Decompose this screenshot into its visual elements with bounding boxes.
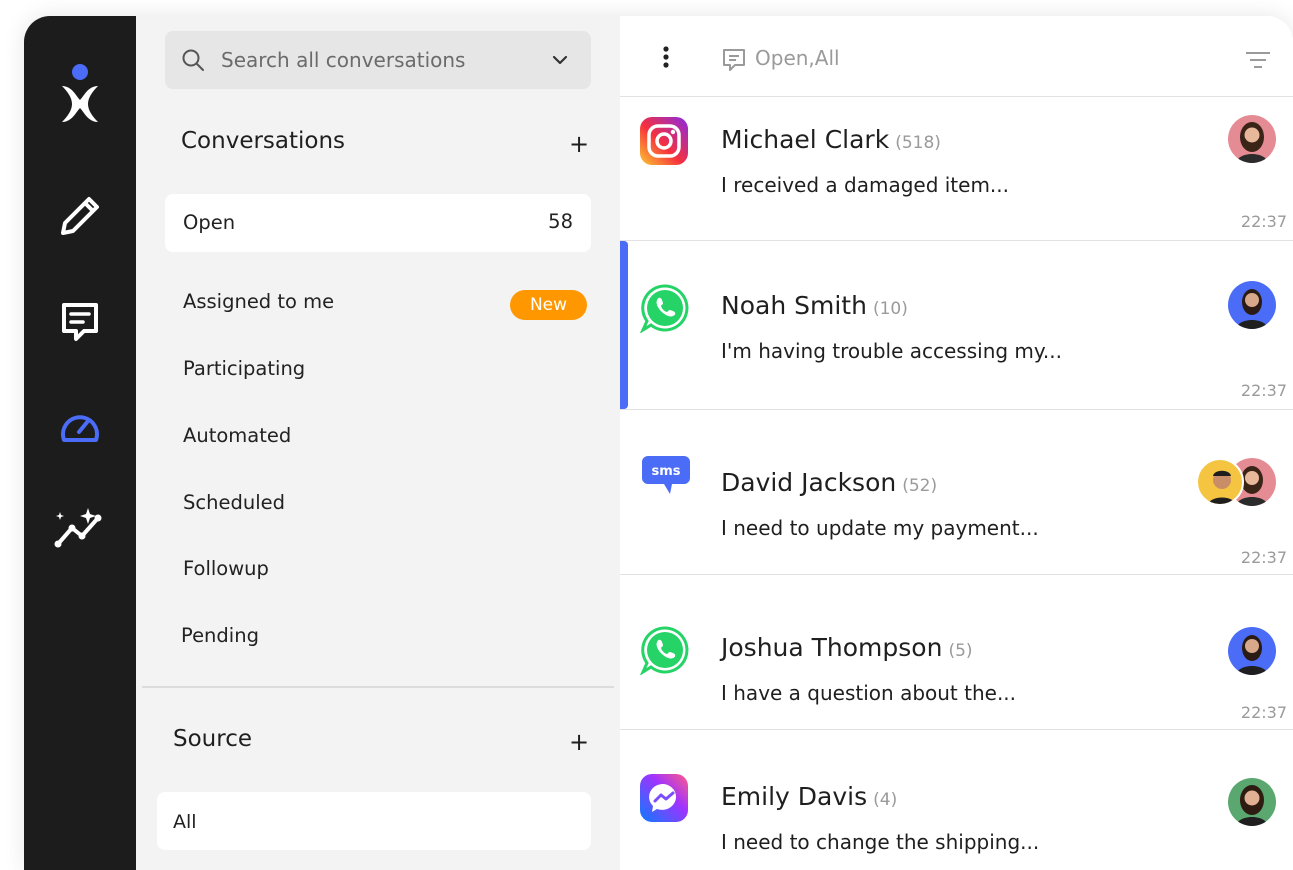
- app-logo[interactable]: [24, 62, 136, 122]
- message-count: (4): [873, 790, 898, 810]
- sidebar-item-followup[interactable]: Followup: [183, 557, 269, 580]
- message-preview: I need to change the shipping...: [721, 830, 1040, 854]
- contact-name: Emily Davis: [721, 782, 868, 811]
- message-preview: I need to update my payment...: [721, 516, 1039, 540]
- message-preview: I'm having trouble accessing my...: [721, 339, 1062, 363]
- message-count: (10): [872, 299, 908, 319]
- pencil-icon[interactable]: [24, 194, 136, 238]
- analytics-sparkle-icon[interactable]: [24, 506, 136, 550]
- source-select-all[interactable]: All: [157, 792, 591, 850]
- message-count: (518): [895, 133, 941, 153]
- contact-name: Michael Clark: [721, 125, 890, 154]
- sidebar-divider: [142, 686, 614, 688]
- timestamp: 22:37: [1240, 381, 1287, 400]
- icon-rail: [24, 16, 136, 870]
- timestamp: 22:37: [1240, 212, 1287, 231]
- more-options-icon[interactable]: [662, 46, 670, 72]
- agent-avatar: [1228, 281, 1276, 329]
- chat-icon[interactable]: [24, 301, 136, 345]
- contact-name: David Jackson: [721, 468, 897, 497]
- agent-avatar: [1228, 627, 1276, 675]
- search-bar[interactable]: Search all conversations: [165, 31, 591, 89]
- messenger-icon: [640, 774, 688, 826]
- timestamp: 22:37: [1240, 548, 1287, 567]
- agent-avatar: [1196, 458, 1244, 506]
- add-source-button[interactable]: +: [569, 730, 589, 754]
- conversation-row[interactable]: Michael Clark (518) I received a damaged …: [620, 97, 1293, 241]
- contact-name: Noah Smith: [721, 291, 867, 320]
- add-conversation-view-button[interactable]: +: [569, 132, 589, 156]
- chevron-down-icon[interactable]: [551, 51, 569, 73]
- list-header: Open,All: [620, 16, 1293, 97]
- contact-name: Joshua Thompson: [721, 633, 943, 662]
- message-preview: I have a question about the...: [721, 681, 1017, 705]
- source-heading: Source: [173, 726, 252, 752]
- selected-indicator: [620, 241, 628, 409]
- conversation-row-selected[interactable]: Noah Smith (10) I'm having trouble access…: [620, 241, 1293, 410]
- message-count: (5): [948, 641, 973, 661]
- sidebar-item-label: Open: [183, 211, 236, 234]
- conversation-list: Open,All Michael Clark (518) I received a…: [620, 16, 1293, 870]
- agent-avatar: [1228, 778, 1276, 826]
- conversation-row[interactable]: sms David Jackson (52) I need to update m…: [620, 410, 1293, 575]
- agent-avatar: [1228, 115, 1276, 163]
- sidebar-item-scheduled[interactable]: Scheduled: [183, 491, 285, 514]
- source-select-value: All: [173, 811, 197, 833]
- sort-filter-icon[interactable]: [1245, 50, 1271, 74]
- sidebar-item-participating[interactable]: Participating: [183, 357, 305, 380]
- app-window: Search all conversations Conversations +…: [24, 16, 1293, 870]
- sidebar-item-pending[interactable]: Pending: [181, 624, 259, 647]
- conversation-row[interactable]: Emily Davis (4) I need to change the ship…: [620, 730, 1293, 870]
- search-icon: [181, 48, 205, 76]
- message-preview: I received a damaged item...: [721, 173, 1010, 197]
- conversations-heading: Conversations: [181, 128, 346, 154]
- sms-icon: sms: [640, 454, 692, 502]
- chat-filter-icon: [722, 48, 746, 76]
- sidebar-item-open[interactable]: Open 58: [165, 194, 591, 252]
- active-filter-label[interactable]: Open,All: [755, 46, 840, 70]
- timestamp: 22:37: [1240, 703, 1287, 722]
- search-input[interactable]: Search all conversations: [221, 48, 465, 72]
- dashboard-gauge-icon[interactable]: [24, 406, 136, 446]
- instagram-icon: [640, 117, 688, 169]
- whatsapp-icon: [639, 283, 690, 337]
- whatsapp-icon: [639, 625, 690, 679]
- sms-icon-label: sms: [651, 464, 680, 479]
- conversation-row[interactable]: Joshua Thompson (5) I have a question abo…: [620, 575, 1293, 730]
- conversations-sidebar: Search all conversations Conversations +…: [136, 16, 620, 870]
- sidebar-item-count: 58: [548, 210, 573, 233]
- sidebar-item-assigned-to-me[interactable]: Assigned to me: [183, 290, 334, 313]
- new-badge: New: [510, 290, 587, 320]
- sidebar-item-automated[interactable]: Automated: [183, 424, 291, 447]
- message-count: (52): [902, 476, 938, 496]
